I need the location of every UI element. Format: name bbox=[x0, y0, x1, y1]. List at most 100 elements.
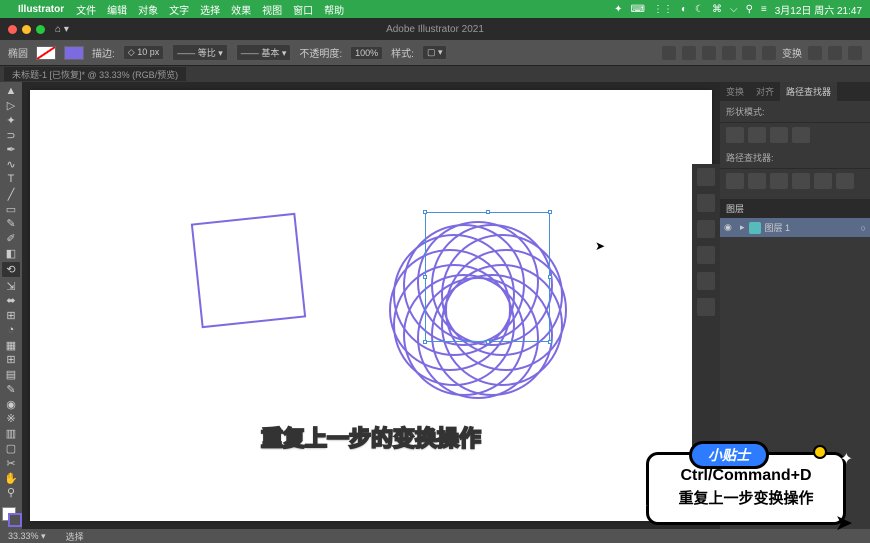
intersect-button[interactable] bbox=[770, 127, 788, 143]
menu-file[interactable]: 文件 bbox=[76, 2, 96, 17]
align-button[interactable] bbox=[682, 46, 696, 60]
align-button[interactable] bbox=[762, 46, 776, 60]
menu-effect[interactable]: 效果 bbox=[231, 2, 251, 17]
layer-row[interactable]: ◉ ▸ 图层 1 ○ bbox=[720, 218, 870, 237]
menu-object[interactable]: 对象 bbox=[138, 2, 158, 17]
menu-select[interactable]: 选择 bbox=[200, 2, 220, 17]
panel-icon[interactable] bbox=[697, 272, 715, 290]
transform-label[interactable]: 变换 bbox=[782, 45, 802, 60]
align-button[interactable] bbox=[702, 46, 716, 60]
panel-icon[interactable] bbox=[697, 220, 715, 238]
tab-transform[interactable]: 变换 bbox=[720, 82, 750, 101]
menu-help[interactable]: 帮助 bbox=[324, 2, 344, 17]
menu-icon[interactable]: ≡ bbox=[761, 4, 767, 15]
rotate-tool[interactable]: ⟲ bbox=[1, 261, 21, 278]
pen-tool[interactable]: ✒ bbox=[1, 143, 21, 157]
window-close-icon[interactable] bbox=[8, 25, 17, 34]
panel-icon[interactable] bbox=[697, 194, 715, 212]
moon-icon[interactable]: ☾ bbox=[695, 4, 704, 15]
misc-button[interactable] bbox=[828, 46, 842, 60]
app-name[interactable]: Illustrator bbox=[18, 4, 64, 15]
shape-builder-tool[interactable]: ◔ bbox=[1, 323, 21, 337]
outline-button[interactable] bbox=[814, 173, 832, 189]
magic-wand-tool[interactable]: ✦ bbox=[1, 114, 21, 128]
rectangle-tool[interactable]: ▭ bbox=[1, 202, 21, 216]
wifi-icon[interactable]: ⋮⋮ bbox=[653, 4, 673, 15]
direct-selection-tool[interactable]: ▷ bbox=[1, 99, 21, 113]
crop-button[interactable] bbox=[792, 173, 810, 189]
brush-select[interactable]: —— 基本 ▾ bbox=[236, 44, 292, 61]
selection-tool[interactable]: ▲ bbox=[1, 84, 21, 98]
opacity-input[interactable]: 100% bbox=[350, 46, 383, 60]
menu-view[interactable]: 视图 bbox=[262, 2, 282, 17]
width-tool[interactable]: ⬌ bbox=[1, 294, 21, 308]
symbol-tool[interactable]: ※ bbox=[1, 412, 21, 426]
rectangle-shape[interactable] bbox=[191, 213, 306, 328]
artboard[interactable]: ➤ 重复上一步的变换操作 bbox=[30, 90, 712, 521]
zoom-tool[interactable]: ⚲ bbox=[1, 486, 21, 500]
layers-panel-title[interactable]: 图层 bbox=[720, 199, 870, 218]
lasso-tool[interactable]: ⊃ bbox=[1, 128, 21, 142]
trim-button[interactable] bbox=[748, 173, 766, 189]
scale-tool[interactable]: ⇲ bbox=[1, 279, 21, 293]
blend-tool[interactable]: ◉ bbox=[1, 397, 21, 411]
fill-stroke-control[interactable] bbox=[0, 505, 22, 527]
date-time[interactable]: 3月12日 周六 21:47 bbox=[775, 2, 862, 17]
search-icon[interactable]: ⚲ bbox=[746, 4, 753, 15]
expand-icon[interactable]: ▸ bbox=[740, 222, 745, 233]
align-button[interactable] bbox=[662, 46, 676, 60]
perspective-tool[interactable]: ▦ bbox=[1, 338, 21, 352]
menu-window[interactable]: 窗口 bbox=[293, 2, 313, 17]
fill-swatch[interactable] bbox=[36, 46, 56, 60]
window-maximize-icon[interactable] bbox=[36, 25, 45, 34]
panel-icon[interactable] bbox=[697, 298, 715, 316]
window-minimize-icon[interactable] bbox=[22, 25, 31, 34]
tab-align[interactable]: 对齐 bbox=[750, 82, 780, 101]
menu-type[interactable]: 文字 bbox=[169, 2, 189, 17]
divide-button[interactable] bbox=[726, 173, 744, 189]
graph-tool[interactable]: ▥ bbox=[1, 427, 21, 441]
mesh-tool[interactable]: ⊞ bbox=[1, 353, 21, 367]
shape-modes-label: 形状模式: bbox=[720, 101, 870, 123]
curvature-tool[interactable]: ∿ bbox=[1, 158, 21, 172]
stroke-swatch[interactable] bbox=[64, 46, 84, 60]
type-tool[interactable]: T bbox=[1, 173, 21, 187]
brush-tool[interactable]: ✎ bbox=[1, 217, 21, 231]
hand-tool[interactable]: ✋ bbox=[1, 471, 21, 485]
eraser-tool[interactable]: ◧ bbox=[1, 246, 21, 260]
style-select[interactable]: ▢ ▾ bbox=[422, 45, 448, 60]
gradient-tool[interactable]: ▤ bbox=[1, 368, 21, 382]
line-tool[interactable]: ╱ bbox=[1, 187, 21, 201]
menu-edit[interactable]: 编辑 bbox=[107, 2, 127, 17]
cursor-icon: ➤ bbox=[595, 239, 605, 253]
slice-tool[interactable]: ✂ bbox=[1, 456, 21, 470]
misc-button[interactable] bbox=[848, 46, 862, 60]
profile-select[interactable]: —— 等比 ▾ bbox=[172, 44, 228, 61]
selection-bounding-box[interactable] bbox=[425, 212, 550, 342]
layer-name[interactable]: 图层 1 bbox=[765, 221, 791, 234]
home-icon[interactable]: ⌂ ▾ bbox=[55, 24, 69, 35]
align-button[interactable] bbox=[722, 46, 736, 60]
free-transform-tool[interactable]: ⊞ bbox=[1, 309, 21, 323]
eyedropper-tool[interactable]: ✎ bbox=[1, 383, 21, 397]
document-tab[interactable]: 未标题-1 [已恢复]* @ 33.33% (RGB/预览) bbox=[4, 67, 186, 81]
control-center-icon[interactable]: ⌘ bbox=[712, 4, 722, 15]
target-icon[interactable]: ○ bbox=[861, 223, 866, 233]
panel-icon[interactable] bbox=[697, 246, 715, 264]
misc-button[interactable] bbox=[808, 46, 822, 60]
unite-button[interactable] bbox=[726, 127, 744, 143]
minus-back-button[interactable] bbox=[836, 173, 854, 189]
panel-icon[interactable] bbox=[697, 168, 715, 186]
wifi-icon[interactable]: ⌵ bbox=[730, 4, 738, 15]
shaper-tool[interactable]: ✐ bbox=[1, 232, 21, 246]
zoom-level[interactable]: 33.33% ▾ bbox=[8, 531, 46, 542]
minus-front-button[interactable] bbox=[748, 127, 766, 143]
exclude-button[interactable] bbox=[792, 127, 810, 143]
artboard-tool[interactable]: ▢ bbox=[1, 442, 21, 456]
merge-button[interactable] bbox=[770, 173, 788, 189]
stroke-weight-input[interactable]: ◇ 10 px bbox=[123, 45, 164, 60]
align-button[interactable] bbox=[742, 46, 756, 60]
visibility-toggle-icon[interactable]: ◉ bbox=[724, 222, 736, 233]
canvas[interactable]: ➤ 重复上一步的变换操作 bbox=[22, 82, 720, 529]
tab-pathfinder[interactable]: 路径查找器 bbox=[780, 82, 837, 101]
